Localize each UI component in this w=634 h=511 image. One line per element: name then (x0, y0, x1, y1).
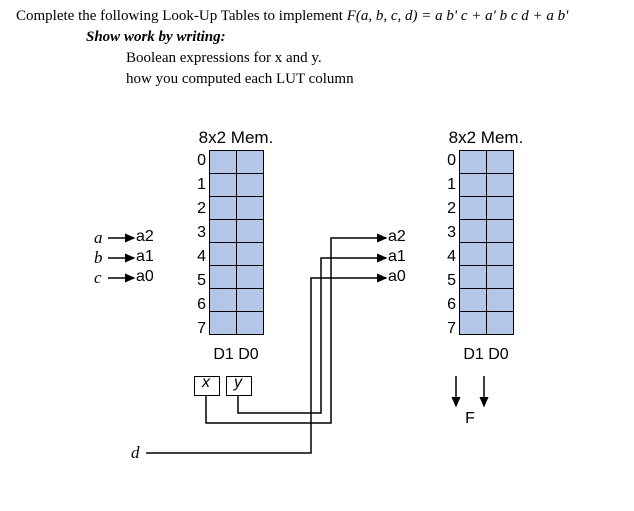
mem2-row6: 6 (442, 296, 456, 314)
mem2-row4: 4 (442, 248, 456, 266)
mem2-a0: a0 (388, 268, 406, 286)
input-a: a (94, 228, 103, 248)
input-b: b (94, 248, 103, 268)
mem1-row1: 1 (192, 176, 206, 194)
mem1-row3: 3 (192, 224, 206, 242)
prompt-line3: Boolean expressions for x and y. (126, 50, 618, 67)
mem2-outs: D1 D0 (456, 346, 516, 364)
mem1-row5: 5 (192, 272, 206, 290)
mem2-F: F (460, 410, 480, 428)
prompt-line2: Show work by writing: (86, 29, 618, 46)
mem1-row7: 7 (192, 320, 206, 338)
prompt-line1: Complete the following Look-Up Tables to… (16, 8, 618, 25)
mem2-row0: 0 (442, 152, 456, 170)
mem2-a1: a1 (388, 248, 406, 266)
mem2-row1: 1 (442, 176, 456, 194)
input-c: c (94, 268, 102, 288)
mem2-row7: 7 (442, 320, 456, 338)
mem1-outs: D1 D0 (206, 346, 266, 364)
input-d: d (131, 443, 140, 463)
mem1-x-label: x (196, 374, 216, 392)
mem1-a0: a0 (136, 268, 154, 286)
mem1-table (209, 150, 264, 335)
mem1-title: 8x2 Mem. (166, 128, 306, 148)
lut-diagram: 8x2 Mem. 0 1 2 3 4 5 6 7 a2 a1 a0 D1 D0 … (16, 128, 616, 488)
mem2-box: 8x2 Mem. (416, 128, 556, 335)
mem1-row0: 0 (192, 152, 206, 170)
mem1-a1: a1 (136, 248, 154, 266)
mem2-a2: a2 (388, 228, 406, 246)
mem1-row4: 4 (192, 248, 206, 266)
mem2-title: 8x2 Mem. (416, 128, 556, 148)
mem2-table (459, 150, 514, 335)
mem2-row2: 2 (442, 200, 456, 218)
prompt-line4: how you computed each LUT column (126, 71, 618, 88)
mem1-box: 8x2 Mem. (166, 128, 306, 335)
mem2-row3: 3 (442, 224, 456, 242)
mem1-a2: a2 (136, 228, 154, 246)
mem1-row2: 2 (192, 200, 206, 218)
mem1-row6: 6 (192, 296, 206, 314)
mem1-y-label: y (228, 374, 248, 392)
mem2-row5: 5 (442, 272, 456, 290)
